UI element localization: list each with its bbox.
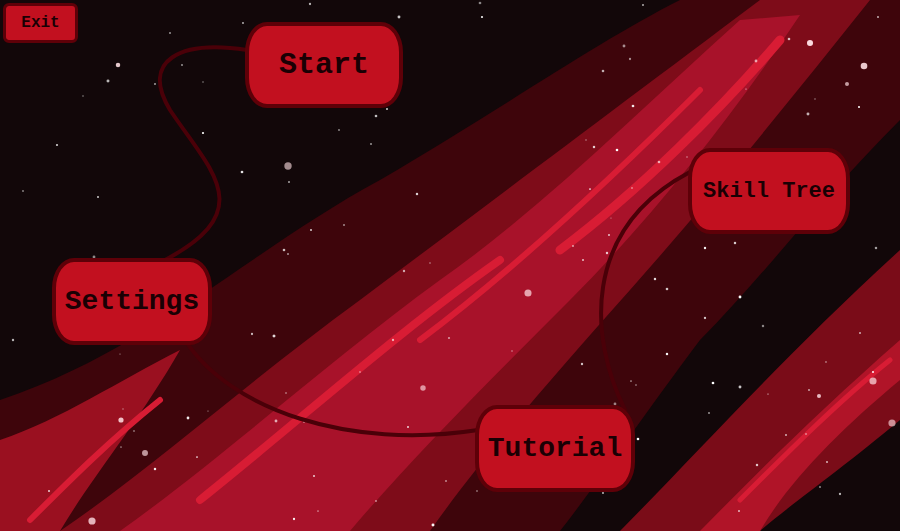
exit-button[interactable]: Exit	[3, 3, 78, 43]
star-field	[12, 2, 896, 527]
menu-button[interactable]: Skill Tree	[688, 148, 850, 234]
main-menu-screen: Exit Start Settings Tutorial Skill Tree	[0, 0, 900, 531]
menu-button[interactable]: Tutorial	[475, 405, 635, 492]
menu-connections	[160, 48, 690, 436]
menu-button[interactable]: Settings	[52, 258, 212, 345]
menu-button[interactable]: Start	[245, 22, 403, 108]
